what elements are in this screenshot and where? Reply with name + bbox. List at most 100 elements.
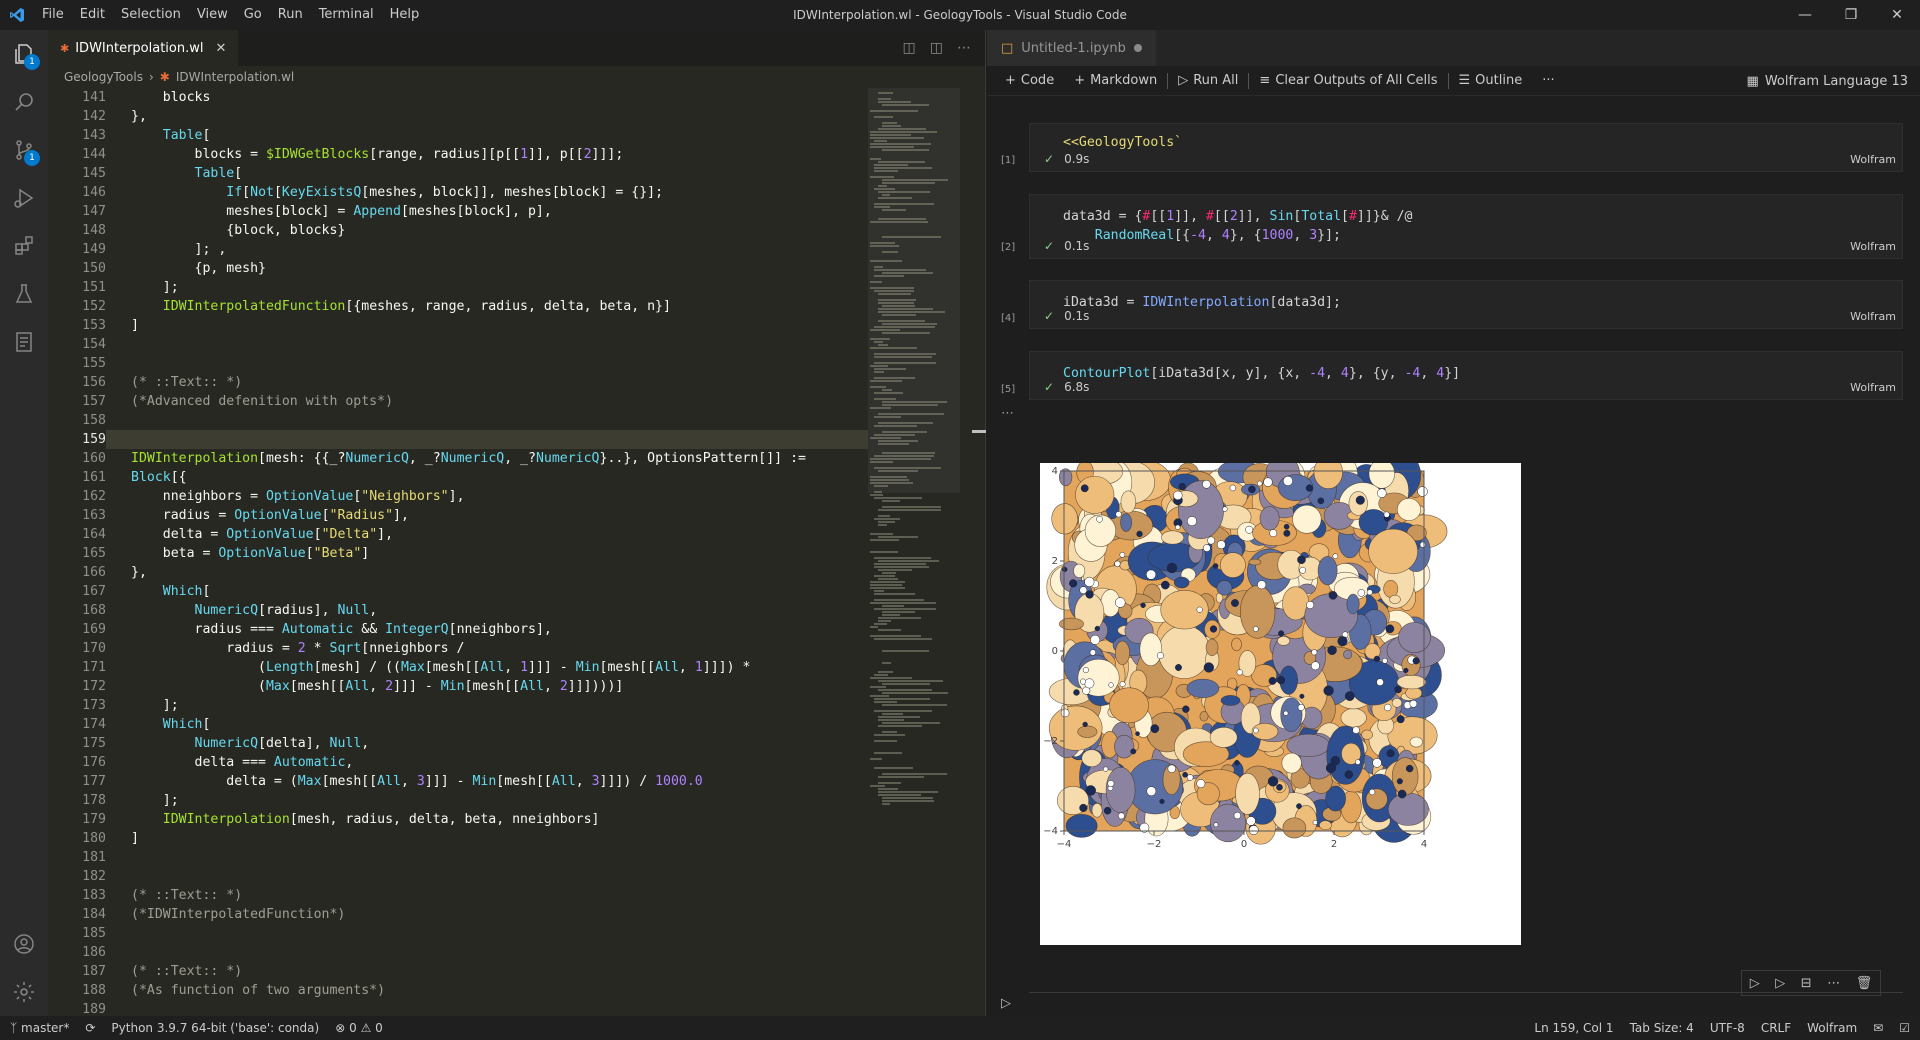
more-actions-icon[interactable]: ⋯ bbox=[957, 40, 971, 56]
breadcrumb-file[interactable]: IDWInterpolation.wl bbox=[176, 66, 294, 88]
menu-help[interactable]: Help bbox=[382, 0, 428, 30]
notebook-icon[interactable] bbox=[0, 318, 48, 366]
code-line[interactable]: 176 delta === Automatic, bbox=[48, 753, 868, 772]
menu-file[interactable]: File bbox=[34, 0, 72, 30]
output-more-icon[interactable]: ⋯ bbox=[1001, 406, 1014, 421]
notebook-cell-2[interactable]: data3d = {#[[1]], #[[2]], Sin[Total[#]]}… bbox=[1029, 194, 1903, 259]
run-above-icon[interactable]: ▷ bbox=[1750, 976, 1760, 991]
unsaved-dot-icon[interactable] bbox=[1133, 44, 1142, 52]
notebook-cell-1[interactable]: <<GeologyTools` ✓ 0.9s Wolfram bbox=[1029, 123, 1903, 172]
code-line[interactable]: 189 bbox=[48, 1000, 868, 1016]
line-ending[interactable]: CRLF bbox=[1761, 1021, 1791, 1035]
menu-run[interactable]: Run bbox=[270, 0, 311, 30]
settings-gear-icon[interactable] bbox=[0, 968, 48, 1016]
branch-item[interactable]: ᛉ master* bbox=[10, 1021, 69, 1035]
source-control-icon[interactable]: 1 bbox=[0, 126, 48, 174]
more-cell-actions-icon[interactable]: ⋯ bbox=[1827, 976, 1840, 991]
explorer-icon[interactable]: 1 bbox=[0, 30, 48, 78]
breadcrumb-folder[interactable]: GeologyTools bbox=[64, 66, 143, 88]
code-line[interactable]: 141 blocks bbox=[48, 88, 868, 107]
code-line[interactable]: 185 bbox=[48, 924, 868, 943]
restore-icon[interactable]: ❐ bbox=[1828, 0, 1874, 30]
code-line[interactable]: 157 (*Advanced defenition with opts*) bbox=[48, 392, 868, 411]
code-line[interactable]: 150 {p, mesh} bbox=[48, 259, 868, 278]
code-line[interactable]: 165 beta = OptionValue["Beta"] bbox=[48, 544, 868, 563]
language-mode[interactable]: Wolfram bbox=[1807, 1021, 1857, 1035]
code-line[interactable]: 148 {block, blocks} bbox=[48, 221, 868, 240]
code-line[interactable]: 177 delta = (Max[mesh[[All, 3]]] - Min[m… bbox=[48, 772, 868, 791]
cell-language[interactable]: Wolfram bbox=[1850, 153, 1896, 166]
problems-item[interactable]: ⊗ 0 ⚠ 0 bbox=[335, 1021, 383, 1035]
code-line[interactable]: 156 (* ::Text:: *) bbox=[48, 373, 868, 392]
run-below-icon[interactable]: ▷ bbox=[1775, 976, 1785, 991]
notifications-bell-icon[interactable]: ☑ bbox=[1899, 1021, 1910, 1035]
code-line[interactable]: 166}, bbox=[48, 563, 868, 582]
add-markdown-button[interactable]: + Markdown bbox=[1064, 73, 1167, 88]
extensions-icon[interactable] bbox=[0, 222, 48, 270]
code-line[interactable]: 184 (*IDWInterpolatedFunction*) bbox=[48, 905, 868, 924]
code-line[interactable]: 152 IDWInterpolatedFunction[{meshes, ran… bbox=[48, 297, 868, 316]
code-line[interactable]: 146 If[Not[KeyExistsQ[meshes, block]], m… bbox=[48, 183, 868, 202]
code-line[interactable]: 162 nneighbors = OptionValue["Neighbors"… bbox=[48, 487, 868, 506]
outline-button[interactable]: ☰ Outline bbox=[1449, 73, 1533, 88]
code-line[interactable]: 169 radius === Automatic && IntegerQ[nne… bbox=[48, 620, 868, 639]
minimize-icon[interactable]: — bbox=[1782, 0, 1828, 30]
cell-language[interactable]: Wolfram bbox=[1850, 310, 1896, 323]
code-line[interactable]: 154 bbox=[48, 335, 868, 354]
code-line[interactable]: 163 radius = OptionValue["Radius"], bbox=[48, 506, 868, 525]
code-line[interactable]: 175 NumericQ[delta], Null, bbox=[48, 734, 868, 753]
code-line[interactable]: 143 Table[ bbox=[48, 126, 868, 145]
code-line[interactable]: 164 delta = OptionValue["Delta"], bbox=[48, 525, 868, 544]
open-changes-icon[interactable]: ◫ bbox=[903, 40, 916, 56]
menu-terminal[interactable]: Terminal bbox=[311, 0, 382, 30]
code-line[interactable]: 179 IDWInterpolation[mesh, radius, delta… bbox=[48, 810, 868, 829]
cell-language[interactable]: Wolfram bbox=[1850, 240, 1896, 253]
cursor-position[interactable]: Ln 159, Col 1 bbox=[1534, 1021, 1613, 1035]
code-line[interactable]: 182 bbox=[48, 867, 868, 886]
notebook-cell-4[interactable]: ContourPlot[iData3d[x, y], {x, -4, 4}, {… bbox=[1029, 351, 1903, 400]
testing-icon[interactable] bbox=[0, 270, 48, 318]
run-cell-icon[interactable]: ▷ bbox=[1001, 996, 1011, 1011]
menu-view[interactable]: View bbox=[189, 0, 236, 30]
run-debug-icon[interactable] bbox=[0, 174, 48, 222]
code-line[interactable]: 145 Table[ bbox=[48, 164, 868, 183]
empty-cell[interactable] bbox=[1029, 992, 1903, 1016]
minimap[interactable] bbox=[868, 88, 960, 1016]
cell-language[interactable]: Wolfram bbox=[1850, 381, 1896, 394]
code-line[interactable]: 183 (* ::Text:: *) bbox=[48, 886, 868, 905]
sync-icon[interactable]: ⟳ bbox=[85, 1021, 95, 1035]
code-line[interactable]: 186 bbox=[48, 943, 868, 962]
notebook-cell-3[interactable]: iData3d = IDWInterpolation[data3d]; ✓ 0.1… bbox=[1029, 280, 1903, 329]
code-line[interactable]: 155 bbox=[48, 354, 868, 373]
run-all-button[interactable]: ▷ Run All bbox=[1168, 73, 1248, 88]
code-line[interactable]: 153] bbox=[48, 316, 868, 335]
more-toolbar-button[interactable]: ··· bbox=[1532, 73, 1564, 88]
code-line[interactable]: 158 bbox=[48, 411, 868, 430]
close-tab-icon[interactable]: ✕ bbox=[216, 41, 227, 56]
search-icon[interactable] bbox=[0, 78, 48, 126]
code-line[interactable]: 161 Block[{ bbox=[48, 468, 868, 487]
encoding[interactable]: UTF-8 bbox=[1710, 1021, 1745, 1035]
code-line[interactable]: 147 meshes[block] = Append[meshes[block]… bbox=[48, 202, 868, 221]
menu-go[interactable]: Go bbox=[236, 0, 270, 30]
split-cell-icon[interactable]: ⊟ bbox=[1801, 976, 1812, 991]
split-editor-icon[interactable]: ◫ bbox=[930, 40, 943, 56]
code-line[interactable]: 149 ]; , bbox=[48, 240, 868, 259]
menu-edit[interactable]: Edit bbox=[72, 0, 113, 30]
code-line[interactable]: 167 Which[ bbox=[48, 582, 868, 601]
code-line[interactable]: 181 bbox=[48, 848, 868, 867]
feedback-icon[interactable]: ✉ bbox=[1873, 1021, 1883, 1035]
menu-selection[interactable]: Selection bbox=[113, 0, 189, 30]
python-interpreter[interactable]: Python 3.9.7 64-bit ('base': conda) bbox=[111, 1021, 319, 1035]
tab-untitled-notebook[interactable]: □ Untitled-1.ipynb bbox=[987, 30, 1156, 66]
code-line[interactable]: 168 NumericQ[radius], Null, bbox=[48, 601, 868, 620]
code-line[interactable]: 171 (Length[mesh] / ((Max[mesh[[All, 1]]… bbox=[48, 658, 868, 677]
code-line[interactable]: 187 (* ::Text:: *) bbox=[48, 962, 868, 981]
code-line[interactable]: 180] bbox=[48, 829, 868, 848]
delete-cell-icon[interactable]: 🗑 bbox=[1856, 976, 1873, 991]
code-line[interactable]: 142}, bbox=[48, 107, 868, 126]
code-line[interactable]: 178 ]; bbox=[48, 791, 868, 810]
tab-size[interactable]: Tab Size: 4 bbox=[1630, 1021, 1694, 1035]
code-line[interactable]: 151 ]; bbox=[48, 278, 868, 297]
code-line[interactable]: 144 blocks = $IDWGetBlocks[range, radius… bbox=[48, 145, 868, 164]
